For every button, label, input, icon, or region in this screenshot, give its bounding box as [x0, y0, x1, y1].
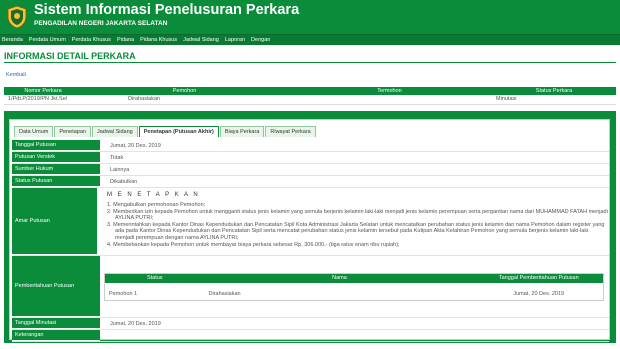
- main-nav: Beranda Perdata Umum Perdata Khusus Pida…: [0, 34, 620, 45]
- table-row: 1/Pdt.P/2019/PN Jkt.Sel Dirahasiakan Min…: [4, 95, 616, 105]
- case-summary-table: Nomor Perkara Pemohon Termohon Status Pe…: [4, 87, 616, 105]
- nav-item-perdata-umum[interactable]: Perdata Umum: [29, 37, 66, 43]
- court-emblem-icon: [7, 5, 27, 29]
- table-header-row: Status Nama Tanggal Pemberitahuan Putusa…: [104, 273, 604, 283]
- field-label: Tanggal Minutasi: [12, 318, 100, 329]
- app-header: Sistem Informasi Penelusuran Perkara PEN…: [0, 0, 620, 34]
- field-label: Putusan Verstek: [12, 152, 100, 163]
- notification-cell: Status Nama Tanggal Pemberitahuan Putusa…: [100, 256, 609, 317]
- tab-data-umum[interactable]: Data Umum: [14, 126, 54, 137]
- column-header: Tanggal Pemberitahuan Putusan: [474, 273, 604, 283]
- nav-item-dengan[interactable]: Dengan: [251, 37, 270, 43]
- tab-riwayat-perkara[interactable]: Riwayat Perkara: [265, 126, 316, 137]
- field-value: [100, 330, 609, 341]
- tab-bar: Data Umum Penetapan Jadwal Sidang Peneta…: [14, 126, 317, 137]
- field-value: Tidak: [110, 154, 124, 161]
- nav-item-perdata-khusus[interactable]: Perdata Khusus: [72, 37, 111, 43]
- verdict-heading: M E N E T A P K A N: [107, 192, 200, 198]
- detail-frame: Data Umum Penetapan Jadwal Sidang Peneta…: [4, 111, 616, 343]
- detail-row: Sumber Hukum Lainnya: [12, 164, 609, 176]
- verdict-item: 4. Membebankan kepada Pemohon untuk memb…: [107, 241, 400, 248]
- party-status: Pemohon 1: [109, 290, 138, 297]
- column-header: Status: [104, 273, 205, 283]
- nav-item-pidana-khusus[interactable]: Pidana Khusus: [140, 37, 177, 43]
- detail-row: Status Putusan Dikabulkan: [12, 176, 609, 188]
- column-header: Termohon: [287, 87, 492, 95]
- tab-putusan-akhir[interactable]: Penetapan (Putusan Akhir): [138, 126, 219, 137]
- column-header: Status Perkara: [492, 87, 616, 95]
- verdict-item: 1. Mengabulkan permohonan Pemohon;: [107, 202, 206, 208]
- detail-panel: Data Umum Penetapan Jadwal Sidang Peneta…: [9, 119, 610, 342]
- page-title: INFORMASI DETAIL PERKARA: [4, 51, 616, 63]
- field-label: Pemberitahuan Putusan: [12, 256, 100, 317]
- nav-item-laporan[interactable]: Laporan: [225, 37, 245, 43]
- tab-penetapan[interactable]: Penetapan: [54, 126, 91, 137]
- detail-row: Amar Putusan M E N E T A P K A N 1. Meng…: [12, 188, 609, 256]
- verdict-item: 2. Memberikan izin kepada Pemohon untuk …: [107, 208, 608, 222]
- field-label: Keterangan: [12, 330, 100, 341]
- field-value: Dikabulkan: [110, 178, 138, 185]
- tab-jadwal-sidang[interactable]: Jadwal Sidang: [91, 126, 138, 137]
- column-header: Nama: [204, 273, 475, 283]
- nav-item-jadwal-sidang[interactable]: Jadwal Sidang: [183, 37, 219, 43]
- field-label: Status Putusan: [12, 176, 100, 187]
- column-header: Nomor Perkara: [4, 87, 82, 95]
- case-status: Minutasi: [492, 95, 616, 105]
- field-value: Jumat, 20 Des. 2019: [110, 142, 161, 149]
- nav-item-pidana[interactable]: Pidana: [117, 37, 134, 43]
- back-link[interactable]: Kembali: [6, 72, 26, 78]
- party-name: Dirahasiakan: [208, 290, 241, 297]
- notification-table: Status Nama Tanggal Pemberitahuan Putusa…: [104, 272, 604, 301]
- detail-row: Putusan Verstek Tidak: [12, 152, 609, 164]
- app-title: Sistem Informasi Penelusuran Perkara: [34, 2, 300, 18]
- applicant-name: Dirahasiakan: [82, 95, 287, 105]
- tab-biaya-perkara[interactable]: Biaya Perkara: [219, 126, 265, 137]
- nav-item-beranda[interactable]: Beranda: [2, 37, 23, 43]
- column-header: Pemohon: [82, 87, 287, 95]
- app-subtitle: PENGADILAN NEGERI JAKARTA SELATAN: [34, 20, 168, 27]
- detail-row: Pemberitahuan Putusan Status Nama Tangga…: [12, 256, 609, 318]
- field-value: Jumat, 20 Des. 2019: [110, 320, 161, 327]
- detail-rows: Tanggal Putusan Jumat, 20 Des. 2019 Putu…: [12, 140, 609, 342]
- case-number: 1/Pdt.P/2019/PN Jkt.Sel: [4, 95, 82, 105]
- verdict-item: 3. Memerintahkan kepada Kantor Dinas Kep…: [107, 221, 605, 241]
- field-label: Sumber Hukum: [12, 164, 100, 175]
- table-header-row: Nomor Perkara Pemohon Termohon Status Pe…: [4, 87, 616, 95]
- respondent-name: [287, 95, 492, 105]
- field-value: Lainnya: [110, 166, 130, 173]
- detail-row: Tanggal Putusan Jumat, 20 Des. 2019: [12, 140, 609, 152]
- table-row: Pemohon 1 Dirahasiakan Jumat, 20 Des. 20…: [105, 288, 604, 300]
- detail-row: Keterangan: [12, 330, 609, 342]
- field-label: Amar Putusan: [12, 188, 97, 255]
- verdict-text: M E N E T A P K A N 1. Mengabulkan permo…: [97, 188, 609, 255]
- field-label: Tanggal Putusan: [12, 140, 100, 151]
- notification-date: Jumat, 20 Des. 2019: [513, 290, 565, 297]
- detail-row: Tanggal Minutasi Jumat, 20 Des. 2019: [12, 318, 609, 330]
